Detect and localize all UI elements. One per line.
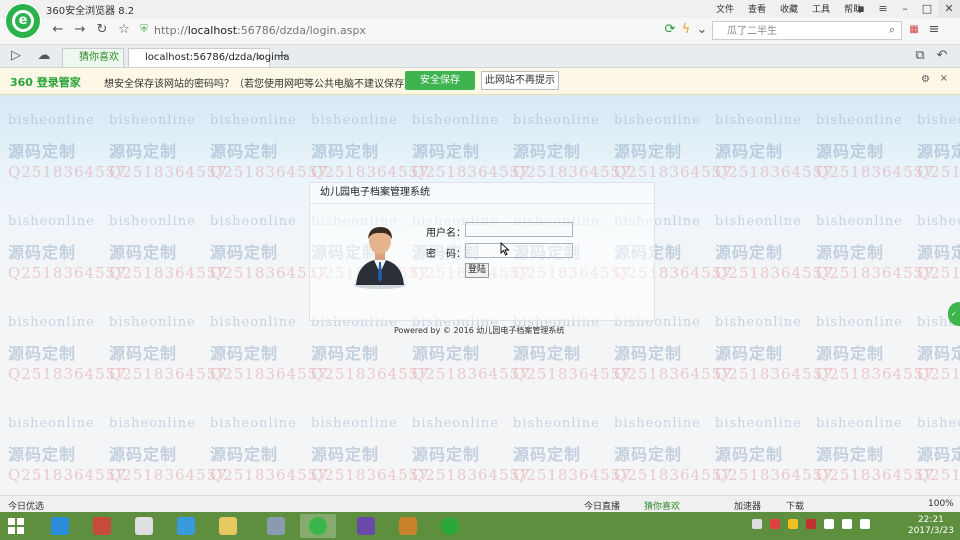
username-label: 用户名： xyxy=(426,228,466,239)
menu-file[interactable]: 文件 xyxy=(716,2,734,15)
tab-login[interactable]: localhost:56786/dzda/login.a × xyxy=(128,48,290,67)
zoom-level[interactable]: 100% xyxy=(928,499,954,509)
sidebar-toggle-icon[interactable]: ▷ xyxy=(8,48,24,64)
refresh-icon[interactable]: ⟳ xyxy=(662,22,678,38)
address-bar: ← → ↻ ☆ ⛨ http://localhost:56786/dzda/lo… xyxy=(0,18,960,45)
tray-security-icon[interactable] xyxy=(770,519,780,529)
maximize-icon[interactable]: □ xyxy=(916,0,938,18)
login-footer: Powered by © 2016 幼儿园电子档案管理系统 xyxy=(394,326,565,335)
tab-close-icon[interactable]: × xyxy=(256,49,264,66)
reload-icon[interactable]: ↻ xyxy=(94,22,110,38)
tray-lang-icon[interactable] xyxy=(860,519,870,529)
360-browser-taskbar-icon[interactable] xyxy=(300,514,336,538)
url-host: localhost xyxy=(187,24,238,37)
mouse-cursor-icon xyxy=(500,242,510,256)
new-tab-icon[interactable]: + xyxy=(276,48,288,64)
search-icon[interactable]: ⌕ xyxy=(884,22,900,38)
save-password-message: 想安全保存该网站的密码吗？（若您使用网吧等公共电脑不建议保存） xyxy=(104,79,414,90)
restore-tab-icon[interactable]: ⧉ xyxy=(912,48,928,64)
forward-icon[interactable]: → xyxy=(72,22,88,38)
menu-view[interactable]: 查看 xyxy=(748,2,766,15)
login-button[interactable]: 登陆 xyxy=(465,263,489,278)
save-password-bar: 360 登录管家 想安全保存该网站的密码吗？（若您使用网吧等公共电脑不建议保存）… xyxy=(0,68,960,95)
notes-taskbar-icon[interactable] xyxy=(390,514,426,538)
guess-you-like[interactable]: 猜你喜欢 xyxy=(644,499,680,512)
clock-time: 22:21 xyxy=(917,515,944,525)
pin-icon[interactable]: ▪ xyxy=(850,0,872,18)
skin-icon[interactable]: ≡ xyxy=(872,0,894,18)
undo-icon[interactable]: ↶ xyxy=(934,48,950,64)
username-input[interactable] xyxy=(465,222,573,237)
taskbar: 22:21 2017/3/23 xyxy=(0,512,960,540)
browser-logo-icon[interactable]: e xyxy=(4,2,42,40)
clock-date: 2017/3/23 xyxy=(907,526,954,536)
store-taskbar-icon[interactable] xyxy=(84,514,120,538)
apps-icon[interactable]: ▦ xyxy=(906,22,922,38)
vs-taskbar-icon[interactable] xyxy=(348,514,384,538)
search-input[interactable]: 瓜了二半生 xyxy=(712,21,902,40)
url-rest: :56786/dzda/login.aspx xyxy=(237,24,366,37)
gear-icon[interactable]: ⚙ xyxy=(921,74,930,85)
today-picks[interactable]: 今日优选 xyxy=(8,499,44,512)
system-tray xyxy=(752,519,870,529)
clock[interactable]: 22:21 2017/3/23 xyxy=(908,515,954,537)
tray-ime-icon[interactable] xyxy=(788,519,798,529)
star-icon[interactable]: ☆ xyxy=(116,22,132,38)
chevron-down-icon[interactable]: ⌄ xyxy=(694,22,710,38)
browser-menu: 文件 查看 收藏 工具 帮助 xyxy=(716,2,862,15)
accelerator[interactable]: 加速器 xyxy=(734,499,761,512)
browser-title: 360安全浏览器 8.2 xyxy=(46,6,135,17)
login-panel: 幼儿园电子档案管理系统 用户名： 密 码： 登陆 xyxy=(309,182,655,321)
menu-tools[interactable]: 工具 xyxy=(812,2,830,15)
tab-guess[interactable]: 猜你喜欢 xyxy=(62,48,124,67)
lightning-icon[interactable]: ϟ xyxy=(678,22,694,38)
tray-up-icon[interactable] xyxy=(752,519,762,529)
tray-volume-icon[interactable] xyxy=(842,519,852,529)
browser-titlebar: e 360安全浏览器 8.2 文件 查看 收藏 工具 帮助 ▪ ≡ – □ ✕ xyxy=(0,0,960,40)
back-icon[interactable]: ← xyxy=(50,22,66,38)
never-remind-button[interactable]: 此网站不再提示 xyxy=(481,71,559,90)
login-title: 幼儿园电子档案管理系统 xyxy=(310,183,654,204)
ie-taskbar-icon[interactable] xyxy=(42,514,78,538)
page-content: bisheonline bisheonline bisheonline bisheon… xyxy=(0,95,960,495)
tray-network-icon[interactable] xyxy=(824,519,834,529)
user-avatar-icon xyxy=(354,227,406,289)
close-notification-icon[interactable]: × xyxy=(940,73,948,84)
shield-icon: ⛨ xyxy=(140,24,148,35)
java-taskbar-icon[interactable] xyxy=(126,514,162,538)
minimize-icon[interactable]: – xyxy=(894,0,916,18)
downloads[interactable]: 下载 xyxy=(786,499,804,512)
login-manager-brand: 360 登录管家 xyxy=(10,76,81,89)
url-field[interactable]: http://localhost:56786/dzda/login.aspx xyxy=(154,22,674,40)
tab-guess-label: 猜你喜欢 xyxy=(79,52,119,63)
window-controls: ▪ ≡ – □ ✕ xyxy=(850,0,960,18)
tab-bar: ▷ ☁ 猜你喜欢 localhost:56786/dzda/login.a × +… xyxy=(0,45,960,68)
close-icon[interactable]: ✕ xyxy=(938,0,960,18)
windows-start-icon[interactable] xyxy=(8,518,25,535)
password-input[interactable] xyxy=(465,243,573,258)
tab-login-label: localhost:56786/dzda/login.a xyxy=(145,52,290,63)
password-label: 密 码： xyxy=(426,249,466,260)
chat-taskbar-icon[interactable] xyxy=(432,514,468,538)
status-bar: 今日优选 今日直播 猜你喜欢 加速器 下载 100% xyxy=(0,495,960,513)
tools-taskbar-icon[interactable] xyxy=(258,514,294,538)
menu-favorites[interactable]: 收藏 xyxy=(780,2,798,15)
tray-app-icon[interactable] xyxy=(806,519,816,529)
url-prefix: http:// xyxy=(154,24,188,37)
save-password-button[interactable]: 安全保存 xyxy=(405,71,475,90)
cloud-icon[interactable]: ☁ xyxy=(36,48,52,64)
folder-taskbar-icon[interactable] xyxy=(210,514,246,538)
menu-icon[interactable]: ≡ xyxy=(926,22,942,38)
ie2-taskbar-icon[interactable] xyxy=(168,514,204,538)
today-live[interactable]: 今日直播 xyxy=(584,499,620,512)
